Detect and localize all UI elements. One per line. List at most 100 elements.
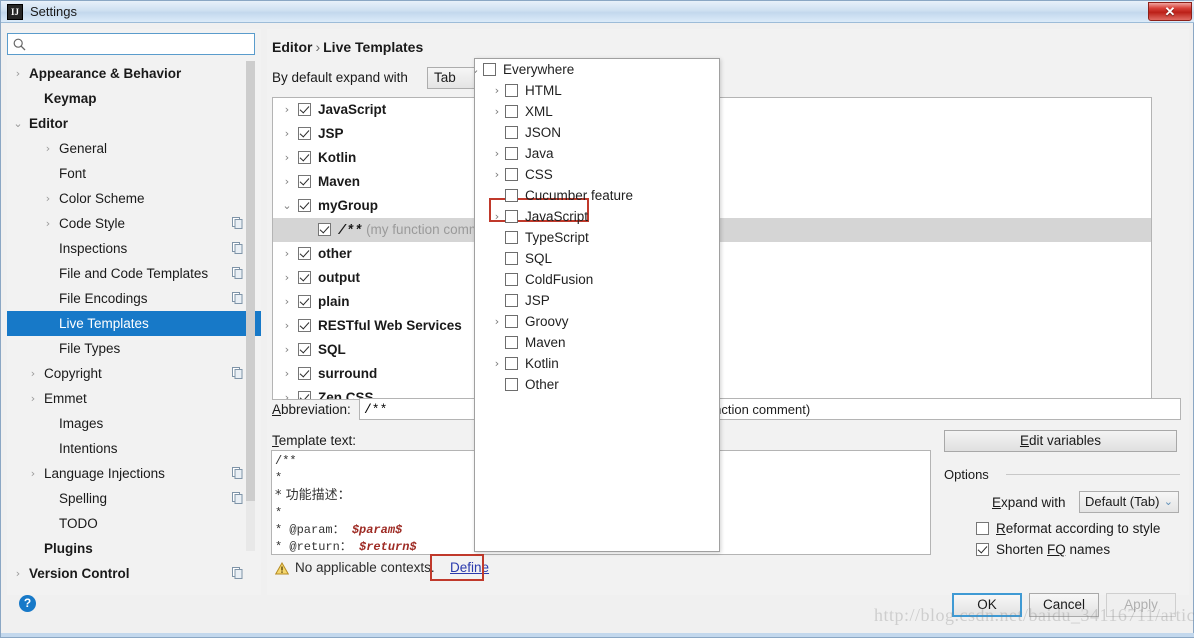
- context-item-kotlin[interactable]: › Kotlin: [475, 353, 719, 374]
- copy-settings-icon[interactable]: [232, 367, 243, 379]
- chevron-right-icon[interactable]: ›: [28, 461, 38, 486]
- chevron-right-icon[interactable]: ›: [281, 98, 293, 122]
- chevron-right-icon[interactable]: ›: [491, 206, 503, 227]
- chevron-right-icon[interactable]: ›: [491, 80, 503, 101]
- chevron-right-icon[interactable]: ›: [281, 146, 293, 170]
- copy-settings-icon[interactable]: [232, 217, 243, 229]
- context-checkbox[interactable]: [505, 189, 518, 202]
- sidebar-item-appearance-behavior[interactable]: › Appearance & Behavior: [7, 61, 261, 86]
- template-checkbox[interactable]: [298, 103, 311, 116]
- copy-settings-icon[interactable]: [232, 242, 243, 254]
- copy-settings-icon[interactable]: [232, 567, 243, 579]
- context-item-groovy[interactable]: › Groovy: [475, 311, 719, 332]
- sidebar-scrollbar[interactable]: [246, 61, 255, 551]
- template-checkbox[interactable]: [298, 367, 311, 380]
- chevron-right-icon[interactable]: ›: [281, 362, 293, 386]
- sidebar-item-keymap[interactable]: Keymap: [7, 86, 261, 111]
- sidebar-item-editor[interactable]: ⌄ Editor: [7, 111, 261, 136]
- template-checkbox[interactable]: [298, 319, 311, 332]
- template-checkbox[interactable]: [298, 151, 311, 164]
- sidebar-item-inspections[interactable]: Inspections: [7, 236, 261, 261]
- chevron-right-icon[interactable]: ›: [13, 61, 23, 86]
- edit-variables-button[interactable]: Edit variables: [944, 430, 1177, 452]
- template-checkbox[interactable]: [298, 295, 311, 308]
- sidebar-item-copyright[interactable]: › Copyright: [7, 361, 261, 386]
- context-checkbox[interactable]: [505, 378, 518, 391]
- sidebar-item-images[interactable]: Images: [7, 411, 261, 436]
- context-checkbox[interactable]: [505, 357, 518, 370]
- context-checkbox[interactable]: [505, 231, 518, 244]
- context-checkbox[interactable]: [505, 126, 518, 139]
- chevron-right-icon[interactable]: ›: [281, 122, 293, 146]
- context-checkbox[interactable]: [505, 210, 518, 223]
- sidebar-item-font[interactable]: Font: [7, 161, 261, 186]
- chevron-right-icon[interactable]: ›: [281, 290, 293, 314]
- copy-settings-icon[interactable]: [232, 492, 243, 504]
- sidebar-item-code-style[interactable]: › Code Style: [7, 211, 261, 236]
- context-dropdown-popup[interactable]: ⌄Everywhere›HTML›XMLJSON›Java›CSSCucumbe…: [474, 58, 720, 552]
- sidebar-item-live-templates[interactable]: Live Templates: [7, 311, 261, 336]
- context-item-everywhere[interactable]: ⌄ Everywhere: [475, 59, 719, 80]
- context-checkbox[interactable]: [505, 273, 518, 286]
- chevron-right-icon[interactable]: ›: [43, 211, 53, 236]
- sidebar-item-file-types[interactable]: File Types: [7, 336, 261, 361]
- sidebar-item-general[interactable]: › General: [7, 136, 261, 161]
- sidebar-item-language-injections[interactable]: › Language Injections: [7, 461, 261, 486]
- expand-with-dropdown[interactable]: Default (Tab) ⌄: [1079, 491, 1179, 513]
- sidebar-item-color-scheme[interactable]: › Color Scheme: [7, 186, 261, 211]
- chevron-right-icon[interactable]: ›: [281, 314, 293, 338]
- sidebar-item-todo[interactable]: TODO: [7, 511, 261, 536]
- template-checkbox[interactable]: [298, 247, 311, 260]
- context-checkbox[interactable]: [505, 84, 518, 97]
- context-item-sql[interactable]: SQL: [475, 248, 719, 269]
- chevron-right-icon[interactable]: ›: [491, 143, 503, 164]
- chevron-right-icon[interactable]: ›: [281, 242, 293, 266]
- context-item-other[interactable]: Other: [475, 374, 719, 395]
- chevron-down-icon[interactable]: ⌄: [281, 194, 293, 218]
- breadcrumb-parent[interactable]: Editor: [272, 39, 312, 55]
- context-checkbox[interactable]: [505, 315, 518, 328]
- sidebar-item-intentions[interactable]: Intentions: [7, 436, 261, 461]
- context-checkbox[interactable]: [505, 252, 518, 265]
- context-item-html[interactable]: › HTML: [475, 80, 719, 101]
- chevron-down-icon[interactable]: ⌄: [475, 59, 481, 80]
- reformat-checkbox[interactable]: [976, 522, 989, 535]
- template-checkbox[interactable]: [298, 343, 311, 356]
- context-item-xml[interactable]: › XML: [475, 101, 719, 122]
- context-checkbox[interactable]: [505, 147, 518, 160]
- chevron-right-icon[interactable]: ›: [28, 361, 38, 386]
- context-item-coldfusion[interactable]: ColdFusion: [475, 269, 719, 290]
- context-item-css[interactable]: › CSS: [475, 164, 719, 185]
- chevron-right-icon[interactable]: ›: [281, 170, 293, 194]
- search-box[interactable]: [7, 33, 255, 55]
- copy-settings-icon[interactable]: [232, 267, 243, 279]
- context-checkbox[interactable]: [505, 105, 518, 118]
- sidebar-item-file-and-code-templates[interactable]: File and Code Templates: [7, 261, 261, 286]
- chevron-down-icon[interactable]: ⌄: [13, 111, 23, 136]
- template-checkbox[interactable]: [298, 175, 311, 188]
- sidebar-item-file-encodings[interactable]: File Encodings: [7, 286, 261, 311]
- context-item-jsp[interactable]: JSP: [475, 290, 719, 311]
- context-item-typescript[interactable]: TypeScript: [475, 227, 719, 248]
- context-item-maven[interactable]: Maven: [475, 332, 719, 353]
- sidebar-item-emmet[interactable]: › Emmet: [7, 386, 261, 411]
- chevron-right-icon[interactable]: ›: [491, 311, 503, 332]
- context-item-java[interactable]: › Java: [475, 143, 719, 164]
- sidebar-item-plugins[interactable]: Plugins: [7, 536, 261, 561]
- help-icon[interactable]: ?: [19, 595, 36, 612]
- context-checkbox[interactable]: [505, 168, 518, 181]
- chevron-right-icon[interactable]: ›: [281, 386, 293, 399]
- close-icon[interactable]: ✕: [1148, 2, 1192, 21]
- chevron-right-icon[interactable]: ›: [281, 266, 293, 290]
- chevron-right-icon[interactable]: ›: [491, 164, 503, 185]
- chevron-right-icon[interactable]: ›: [43, 136, 53, 161]
- sidebar-item-spelling[interactable]: Spelling: [7, 486, 261, 511]
- shorten-fq-checkbox[interactable]: [976, 543, 989, 556]
- chevron-right-icon[interactable]: ›: [13, 561, 23, 586]
- context-checkbox[interactable]: [483, 63, 496, 76]
- sidebar-item-version-control[interactable]: › Version Control: [7, 561, 261, 586]
- copy-settings-icon[interactable]: [232, 467, 243, 479]
- context-checkbox[interactable]: [505, 294, 518, 307]
- context-item-cucumber-feature[interactable]: Cucumber feature: [475, 185, 719, 206]
- template-checkbox[interactable]: [298, 127, 311, 140]
